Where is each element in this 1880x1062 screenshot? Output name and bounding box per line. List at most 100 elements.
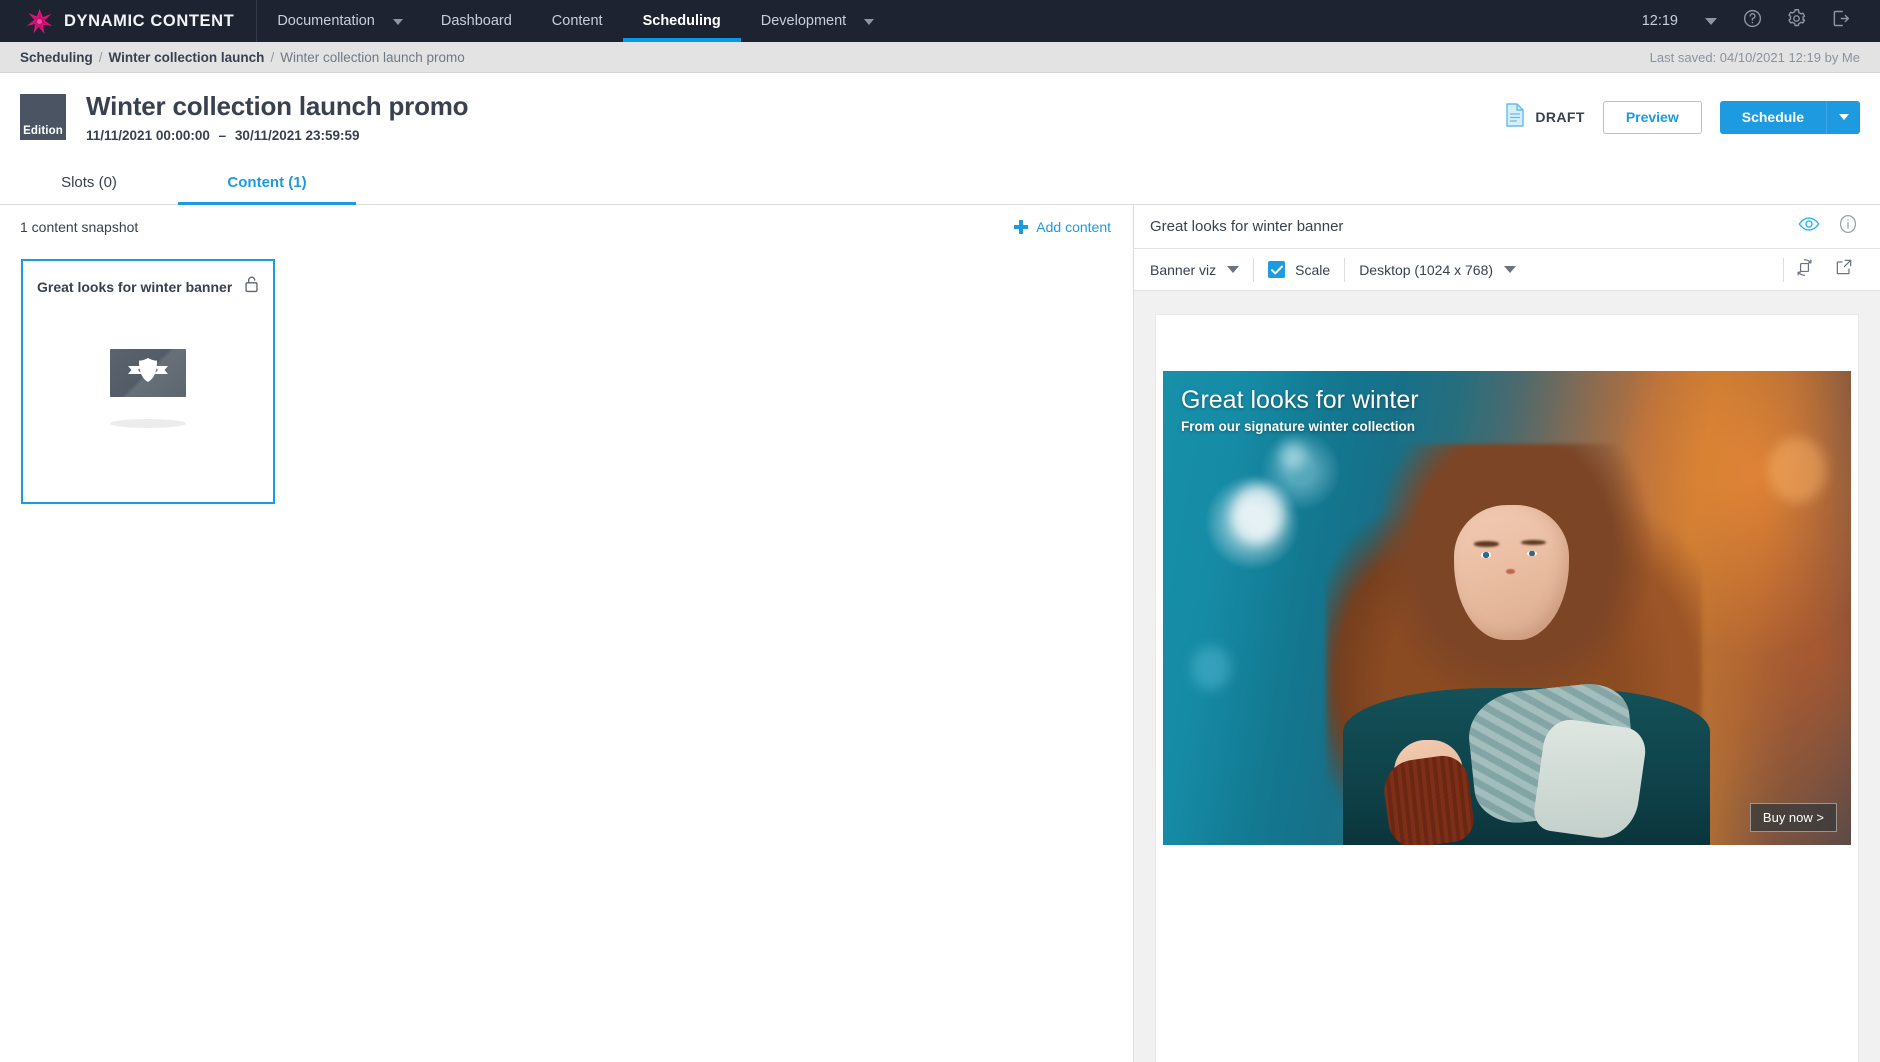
date-end: 30/11/2021 23:59:59 <box>234 128 360 143</box>
shield-banner-icon <box>122 355 174 390</box>
device-select[interactable]: Desktop (1024 x 768) <box>1345 262 1530 278</box>
preview-pane-title: Great looks for winter banner <box>1150 218 1344 235</box>
scale-checkbox[interactable] <box>1268 261 1286 278</box>
nav-item-development[interactable]: Development <box>741 0 892 42</box>
visualization-select[interactable]: Banner viz <box>1150 262 1253 278</box>
content-list-toolbar: 1 content snapshot Add content <box>0 205 1133 249</box>
help-icon <box>1742 8 1763 34</box>
nav-item-content[interactable]: Content <box>532 0 623 42</box>
visibility-eye-icon[interactable] <box>1798 215 1820 238</box>
settings-button[interactable] <box>1774 0 1818 42</box>
scale-checkbox-group[interactable]: Scale <box>1254 261 1344 278</box>
edition-badge-label: Edition <box>23 125 63 137</box>
status-badge-label: DRAFT <box>1535 109 1585 125</box>
chevron-down-icon <box>864 19 875 25</box>
chevron-down-icon <box>1227 266 1240 273</box>
logout-button[interactable] <box>1818 0 1862 42</box>
preview-toolbar: Banner viz Scale Desktop (1024 x 768) <box>1134 249 1880 291</box>
add-content-button[interactable]: Add content <box>1014 219 1111 235</box>
tab-content[interactable]: Content (1) <box>178 161 356 205</box>
content-thumbnail-placeholder <box>110 348 186 397</box>
content-card-title: Great looks for winter banner <box>37 278 233 295</box>
breadcrumb-item-winter-collection-launch[interactable]: Winter collection launch <box>109 50 265 65</box>
chevron-down-icon <box>1705 17 1717 25</box>
buy-now-cta-button[interactable]: Buy now > <box>1749 803 1837 832</box>
brand-logo-area[interactable]: DYNAMIC CONTENT <box>0 0 258 42</box>
last-saved-text: Last saved: 04/10/2021 12:19 by Me <box>1649 49 1860 65</box>
chevron-down-icon <box>1838 114 1849 120</box>
snapshot-count-label: 1 content snapshot <box>20 219 139 235</box>
header-actions: DRAFT Preview Schedule <box>1504 100 1860 134</box>
date-range-dash: – <box>218 128 227 143</box>
tab-label: Content (1) <box>227 174 307 191</box>
breadcrumb-item-scheduling[interactable]: Scheduling <box>20 50 93 65</box>
preview-toolbar-right <box>1783 249 1864 291</box>
banner-subheadline: From our signature winter collection <box>1181 418 1416 434</box>
page-header: Edition Winter collection launch promo 1… <box>0 73 1880 161</box>
chevron-down-icon <box>1504 266 1517 273</box>
unlock-icon[interactable] <box>244 275 259 298</box>
body-split: 1 content snapshot Add content Great loo… <box>0 205 1880 1062</box>
bokeh-light <box>1190 645 1231 690</box>
subject-lips <box>1505 569 1515 574</box>
banner-text-block: Great looks for winter From our signatur… <box>1181 386 1419 434</box>
external-link-icon <box>1834 257 1854 282</box>
subject-eye <box>1480 552 1491 558</box>
date-start: 11/11/2021 00:00:00 <box>86 128 210 143</box>
info-icon[interactable] <box>1838 214 1858 239</box>
nav-item-label: Documentation <box>277 13 375 29</box>
preview-pane-header: Great looks for winter banner <box>1134 205 1880 249</box>
breadcrumb: Scheduling / Winter collection launch / … <box>0 42 1880 73</box>
timezone-dropdown-button[interactable] <box>1692 0 1730 42</box>
content-card-body <box>23 298 273 502</box>
tab-label: Slots (0) <box>61 174 117 191</box>
thumbnail-shadow <box>110 418 186 428</box>
nav-item-label: Development <box>760 13 847 29</box>
visualization-select-value: Banner viz <box>1150 261 1217 278</box>
draft-document-icon <box>1504 102 1526 132</box>
chevron-down-icon <box>392 19 403 25</box>
title-block: Winter collection launch promo 11/11/202… <box>86 91 469 143</box>
nav-item-label: Scheduling <box>642 13 721 29</box>
nav-item-documentation[interactable]: Documentation <box>257 0 421 42</box>
banner-subject-figure <box>1301 409 1728 845</box>
content-cards-area: Great looks for winter banner <box>0 249 1133 1062</box>
logout-icon <box>1830 8 1851 34</box>
primary-nav-items: Documentation Dashboard Content Scheduli… <box>257 0 892 42</box>
subject-brow <box>1520 539 1547 546</box>
preview-canvas: Great looks for winter From our signatur… <box>1156 315 1858 1062</box>
plus-icon <box>1014 220 1029 234</box>
subject-eye <box>1526 550 1538 557</box>
edition-tabs: Slots (0) Content (1) <box>0 161 1880 205</box>
gear-icon <box>1786 8 1807 34</box>
help-button[interactable] <box>1730 0 1774 42</box>
brand-name: DYNAMIC CONTENT <box>64 11 235 30</box>
schedule-dropdown-button[interactable] <box>1826 100 1860 134</box>
clock-display: 12:19 <box>1641 13 1678 29</box>
top-nav-right-cluster: 12:19 <box>1628 0 1880 42</box>
rotate-device-button[interactable] <box>1784 249 1824 291</box>
banner-visualization[interactable]: Great looks for winter From our signatur… <box>1163 371 1851 845</box>
nav-item-dashboard[interactable]: Dashboard <box>421 0 532 42</box>
content-card-header: Great looks for winter banner <box>23 261 273 298</box>
open-in-new-window-button[interactable] <box>1824 249 1864 291</box>
edition-date-range: 11/11/2021 00:00:00 – 30/11/2021 23:59:5… <box>86 128 468 143</box>
nav-item-label: Dashboard <box>440 13 512 29</box>
page-title: Winter collection launch promo <box>86 91 469 121</box>
subject-brow <box>1473 541 1500 547</box>
nav-item-scheduling[interactable]: Scheduling <box>622 0 741 42</box>
preview-stage: Great looks for winter From our signatur… <box>1134 291 1880 1062</box>
content-list-pane: 1 content snapshot Add content Great loo… <box>0 205 1134 1062</box>
preview-button[interactable]: Preview <box>1602 100 1702 134</box>
top-navigation-bar: DYNAMIC CONTENT Documentation Dashboard … <box>0 0 1880 42</box>
scale-label: Scale <box>1295 261 1331 278</box>
breadcrumb-item-current: Winter collection launch promo <box>280 49 465 65</box>
edition-type-badge: Edition <box>20 94 66 140</box>
tab-slots[interactable]: Slots (0) <box>0 161 178 204</box>
content-card[interactable]: Great looks for winter banner <box>21 259 275 504</box>
schedule-button[interactable]: Schedule <box>1719 100 1826 134</box>
add-content-label: Add content <box>1036 219 1111 235</box>
rotate-icon <box>1794 257 1815 283</box>
preview-header-icons <box>1798 214 1858 239</box>
breadcrumb-separator: / <box>270 49 275 65</box>
